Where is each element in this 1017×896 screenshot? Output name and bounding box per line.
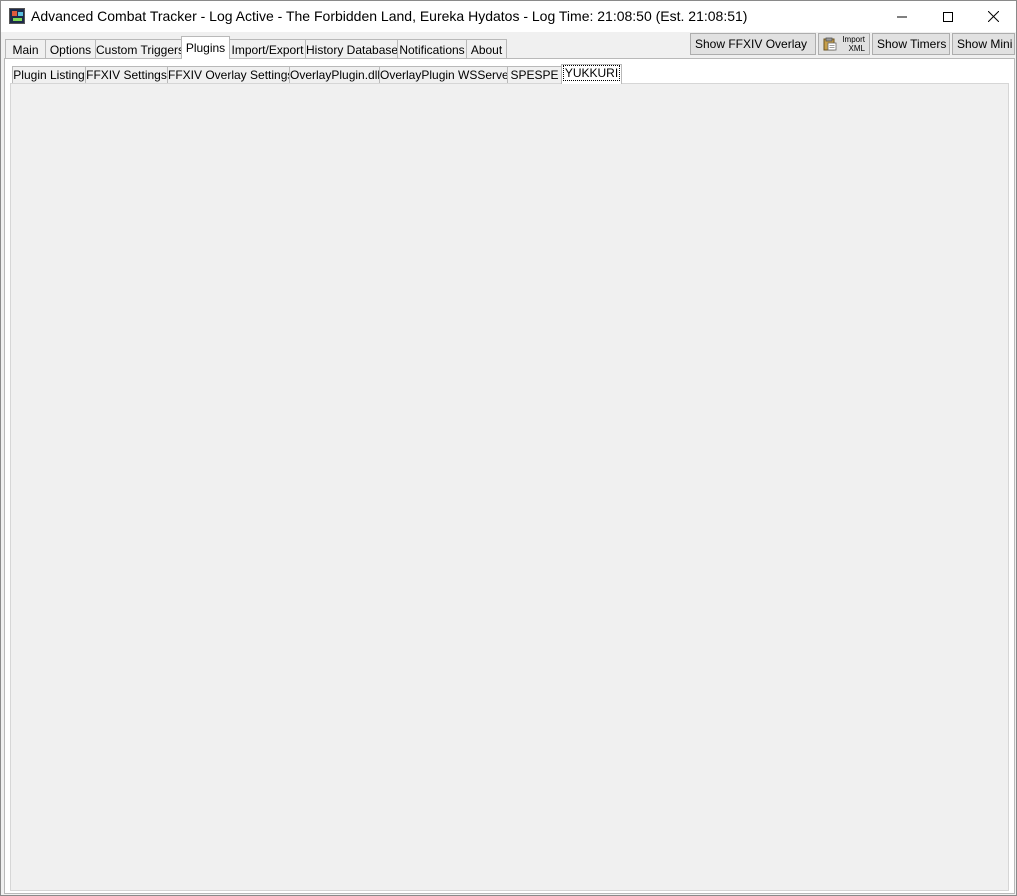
- maximize-button[interactable]: [925, 1, 971, 32]
- show-mini-button[interactable]: Show Mini: [952, 33, 1015, 55]
- import-xml-label: Import XML: [842, 35, 865, 53]
- subtab-spespe[interactable]: SPESPE: [507, 66, 562, 84]
- yukkuri-content-area: [10, 83, 1009, 891]
- tab-plugins[interactable]: Plugins: [181, 36, 230, 59]
- tab-custom-triggers[interactable]: Custom Triggers: [95, 39, 184, 59]
- maximize-icon: [943, 11, 953, 22]
- import-xml-button[interactable]: Import XML: [818, 33, 870, 55]
- act-window: Advanced Combat Tracker - Log Active - T…: [0, 0, 1017, 896]
- close-icon: [987, 11, 999, 22]
- subtab-overlayplugin-dll[interactable]: OverlayPlugin.dll: [289, 66, 380, 84]
- minimize-button[interactable]: [879, 1, 925, 32]
- title-bar[interactable]: Advanced Combat Tracker - Log Active - T…: [1, 1, 1016, 32]
- clipboard-icon: [823, 37, 837, 51]
- tab-about[interactable]: About: [466, 39, 507, 59]
- subtab-overlayplugin-wsserver[interactable]: OverlayPlugin WSServer: [379, 66, 513, 84]
- tab-options[interactable]: Options: [45, 39, 96, 59]
- plugins-panel: Plugin Listing FFXIV Settings FFXIV Over…: [4, 58, 1015, 894]
- subtab-ffxiv-settings[interactable]: FFXIV Settings: [85, 66, 168, 84]
- subtab-yukkuri-label: YUKKURI: [562, 65, 621, 81]
- close-button[interactable]: [970, 1, 1016, 32]
- tab-import-export[interactable]: Import/Export: [229, 39, 306, 59]
- show-ffxiv-overlay-button[interactable]: Show FFXIV Overlay: [690, 33, 816, 55]
- subtab-plugin-listing[interactable]: Plugin Listing: [12, 66, 86, 84]
- subtab-yukkuri[interactable]: YUKKURI: [561, 64, 622, 84]
- window-title: Advanced Combat Tracker - Log Active - T…: [31, 8, 748, 24]
- show-timers-button[interactable]: Show Timers: [872, 33, 950, 55]
- tab-history-database[interactable]: History Database: [305, 39, 398, 59]
- minimize-icon: [897, 16, 907, 17]
- act-app-icon[interactable]: [9, 8, 25, 24]
- subtab-ffxiv-overlay-settings[interactable]: FFXIV Overlay Settings: [167, 66, 293, 84]
- tab-notifications[interactable]: Notifications: [397, 39, 467, 59]
- tab-main[interactable]: Main: [5, 39, 46, 59]
